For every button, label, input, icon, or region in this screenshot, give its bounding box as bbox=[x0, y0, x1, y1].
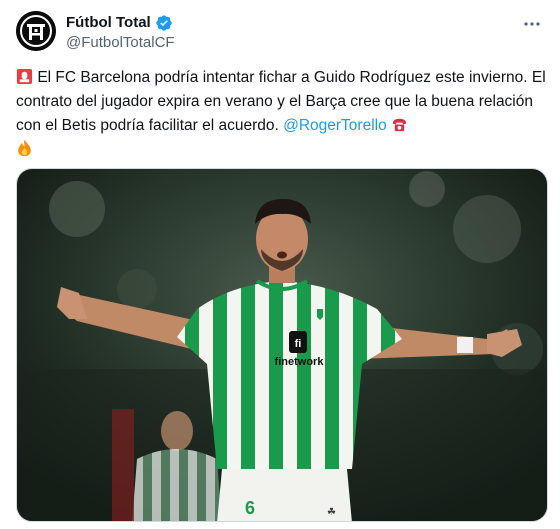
author-name-row[interactable]: Fútbol Total bbox=[66, 13, 173, 33]
mention-link[interactable]: @RogerTorello bbox=[283, 117, 387, 134]
siren-emoji-icon bbox=[16, 68, 33, 85]
svg-text:fi: fi bbox=[295, 338, 302, 350]
verified-badge-icon bbox=[156, 15, 172, 31]
fire-emoji-icon bbox=[18, 139, 31, 157]
author-avatar[interactable] bbox=[16, 11, 56, 51]
author-display-name[interactable]: Fútbol Total bbox=[66, 13, 151, 33]
tweet-media[interactable]: fi finetwork 6 ☘ bbox=[16, 168, 548, 522]
tweet-text: El FC Barcelona podría intentar fichar a… bbox=[16, 66, 548, 162]
tweet-card[interactable]: Fútbol Total @FutbolTotalCF El FC Barcel… bbox=[0, 0, 560, 529]
shirt-number-text: 6 bbox=[245, 498, 255, 518]
more-options-button[interactable] bbox=[518, 10, 546, 38]
tweet-body: El FC Barcelona podría intentar fichar a… bbox=[16, 69, 546, 134]
author-handle[interactable]: @FutbolTotalCF bbox=[66, 33, 175, 53]
more-options-icon bbox=[524, 22, 540, 26]
telephone-emoji-icon bbox=[392, 118, 407, 132]
player-photo: fi finetwork 6 ☘ bbox=[17, 169, 547, 521]
shirt-sponsor-text: finetwork bbox=[275, 356, 325, 368]
futbol-total-logo-icon bbox=[16, 11, 56, 51]
svg-text:☘: ☘ bbox=[327, 507, 336, 518]
